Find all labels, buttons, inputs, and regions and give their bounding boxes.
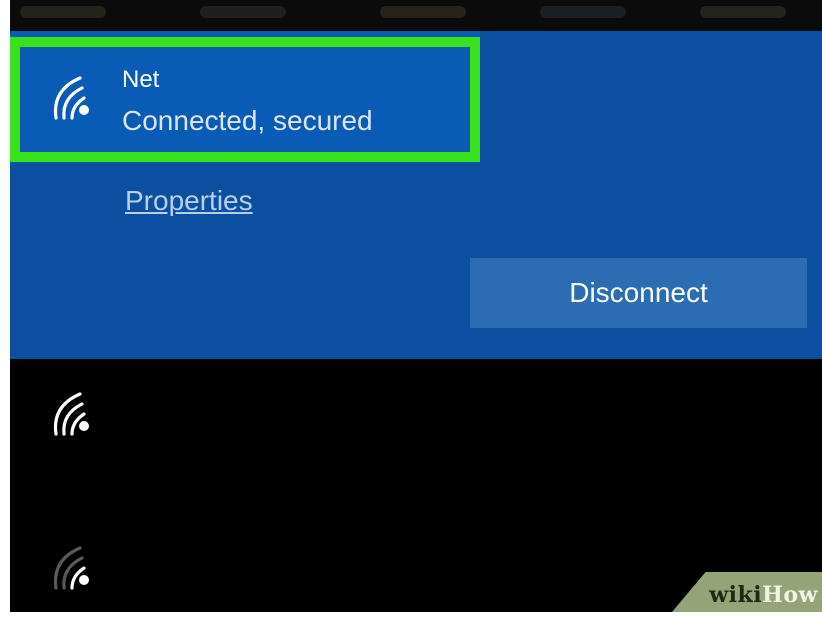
- blur-blob: [200, 6, 286, 18]
- wikihow-watermark: wikiHow: [652, 572, 822, 612]
- network-flyout: Net Connected, secured Properties Discon…: [10, 0, 822, 612]
- screenshot-stage: Net Connected, secured Properties Discon…: [0, 0, 822, 620]
- blur-blob: [380, 6, 466, 18]
- wifi-icon: [53, 76, 89, 120]
- blur-blob: [540, 6, 626, 18]
- disconnect-button[interactable]: Disconnect: [470, 258, 807, 328]
- watermark-wiki: wiki: [709, 582, 763, 608]
- blur-blob: [700, 6, 786, 18]
- watermark-how: How: [762, 582, 818, 608]
- network-status: Connected, secured: [122, 105, 373, 136]
- wifi-icon: [53, 546, 89, 590]
- wifi-icon: [53, 392, 89, 436]
- top-strip: [10, 0, 822, 31]
- network-name: Net: [122, 66, 160, 93]
- watermark-text: wikiHow: [709, 582, 818, 608]
- blur-blob: [20, 6, 106, 18]
- properties-link[interactable]: Properties: [125, 185, 253, 217]
- network-item[interactable]: [10, 359, 822, 459]
